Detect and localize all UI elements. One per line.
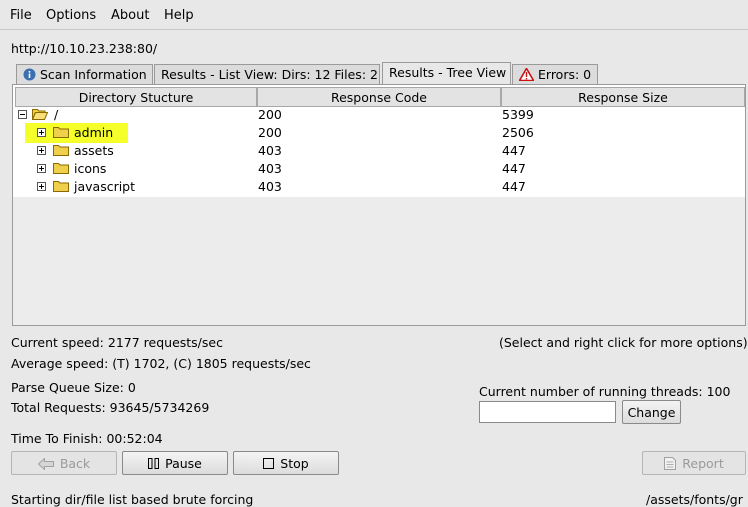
row-code: 403 (258, 161, 282, 176)
table-row[interactable]: javascript 403 447 (13, 178, 745, 196)
threads-label: Current number of running threads: 100 (479, 384, 731, 399)
expand-icon[interactable] (37, 164, 46, 173)
tab-tree-view[interactable]: Results - Tree View (382, 62, 511, 85)
report-icon (664, 457, 677, 473)
time-to-finish: Time To Finish: 00:52:04 (11, 431, 163, 446)
tab-tree-view-label: Results - Tree View (389, 65, 507, 80)
parse-queue-size: Parse Queue Size: 0 (11, 380, 136, 395)
stop-icon (263, 457, 275, 472)
row-size: 5399 (502, 107, 534, 122)
back-arrow-icon (37, 457, 54, 473)
pause-icon (148, 457, 160, 472)
column-header-response-code[interactable]: Response Code (257, 87, 501, 107)
column-header-directory-label: Directory Stucture (78, 90, 194, 105)
pause-button[interactable]: Pause (122, 451, 228, 475)
empty-area (13, 197, 745, 325)
pause-button-label: Pause (165, 456, 202, 471)
folder-icon (53, 180, 69, 192)
tab-list-view-label: Results - List View: Dirs: 12 Files: 2 (161, 67, 378, 82)
average-speed: Average speed: (T) 1702, (C) 1805 reques… (11, 356, 311, 371)
row-size: 2506 (502, 125, 534, 140)
tab-errors[interactable]: Errors: 0 (512, 64, 598, 85)
change-button[interactable]: Change (622, 400, 681, 424)
report-button-label: Report (682, 456, 724, 471)
back-button-label: Back (59, 456, 91, 471)
status-current-path: /assets/fonts/gr (646, 492, 743, 507)
tab-errors-label: Errors: 0 (538, 67, 592, 82)
options-hint: (Select and right click for more options… (499, 335, 748, 350)
row-name: admin (74, 125, 114, 140)
change-button-label: Change (627, 405, 676, 420)
current-speed: Current speed: 2177 requests/sec (11, 335, 223, 350)
tab-scan-information-label: Scan Information (40, 67, 147, 82)
warning-icon (518, 66, 535, 84)
column-header-directory[interactable]: Directory Stucture (15, 87, 257, 107)
folder-icon (53, 162, 69, 174)
row-size: 447 (502, 179, 526, 194)
row-name: assets (74, 143, 114, 158)
info-icon (23, 68, 36, 84)
row-name: / (54, 107, 59, 122)
column-header-response-size[interactable]: Response Size (501, 87, 745, 107)
open-folder-icon (31, 108, 49, 120)
row-code: 403 (258, 143, 282, 158)
folder-icon (53, 126, 69, 138)
table-row[interactable]: icons 403 447 (13, 160, 745, 178)
row-code: 403 (258, 179, 282, 194)
menu-about[interactable]: About (111, 8, 149, 23)
table-row[interactable]: assets 403 447 (13, 142, 745, 160)
row-code: 200 (258, 125, 282, 140)
threads-input[interactable] (479, 401, 616, 423)
back-button[interactable]: Back (11, 451, 117, 475)
expand-icon[interactable] (37, 128, 46, 137)
folder-icon (53, 144, 69, 156)
table-row[interactable]: / 200 5399 (13, 106, 745, 124)
expand-icon[interactable] (37, 146, 46, 155)
menu-bar: File Options About Help (0, 0, 748, 30)
menu-help[interactable]: Help (164, 8, 194, 23)
row-name: icons (74, 161, 107, 176)
report-button[interactable]: Report (642, 451, 746, 475)
tab-list-view[interactable]: Results - List View: Dirs: 12 Files: 2 (154, 64, 380, 85)
stop-button-label: Stop (280, 456, 309, 471)
column-header-response-size-label: Response Size (578, 90, 668, 105)
tab-scan-information[interactable]: Scan Information (16, 64, 153, 85)
menu-file[interactable]: File (10, 8, 32, 23)
total-requests: Total Requests: 93645/5734269 (11, 400, 210, 415)
menu-options[interactable]: Options (46, 8, 96, 23)
target-url: http://10.10.23.238:80/ (11, 41, 158, 56)
column-header-response-code-label: Response Code (330, 90, 427, 105)
row-name: javascript (74, 179, 136, 194)
table-row[interactable]: admin (13, 124, 173, 142)
status-message: Starting dir/file list based brute forci… (11, 492, 254, 507)
expand-icon[interactable] (37, 182, 46, 191)
row-code: 200 (258, 107, 282, 122)
stop-button[interactable]: Stop (233, 451, 339, 475)
row-size: 447 (502, 161, 526, 176)
collapse-icon[interactable] (18, 110, 27, 119)
row-size: 447 (502, 143, 526, 158)
